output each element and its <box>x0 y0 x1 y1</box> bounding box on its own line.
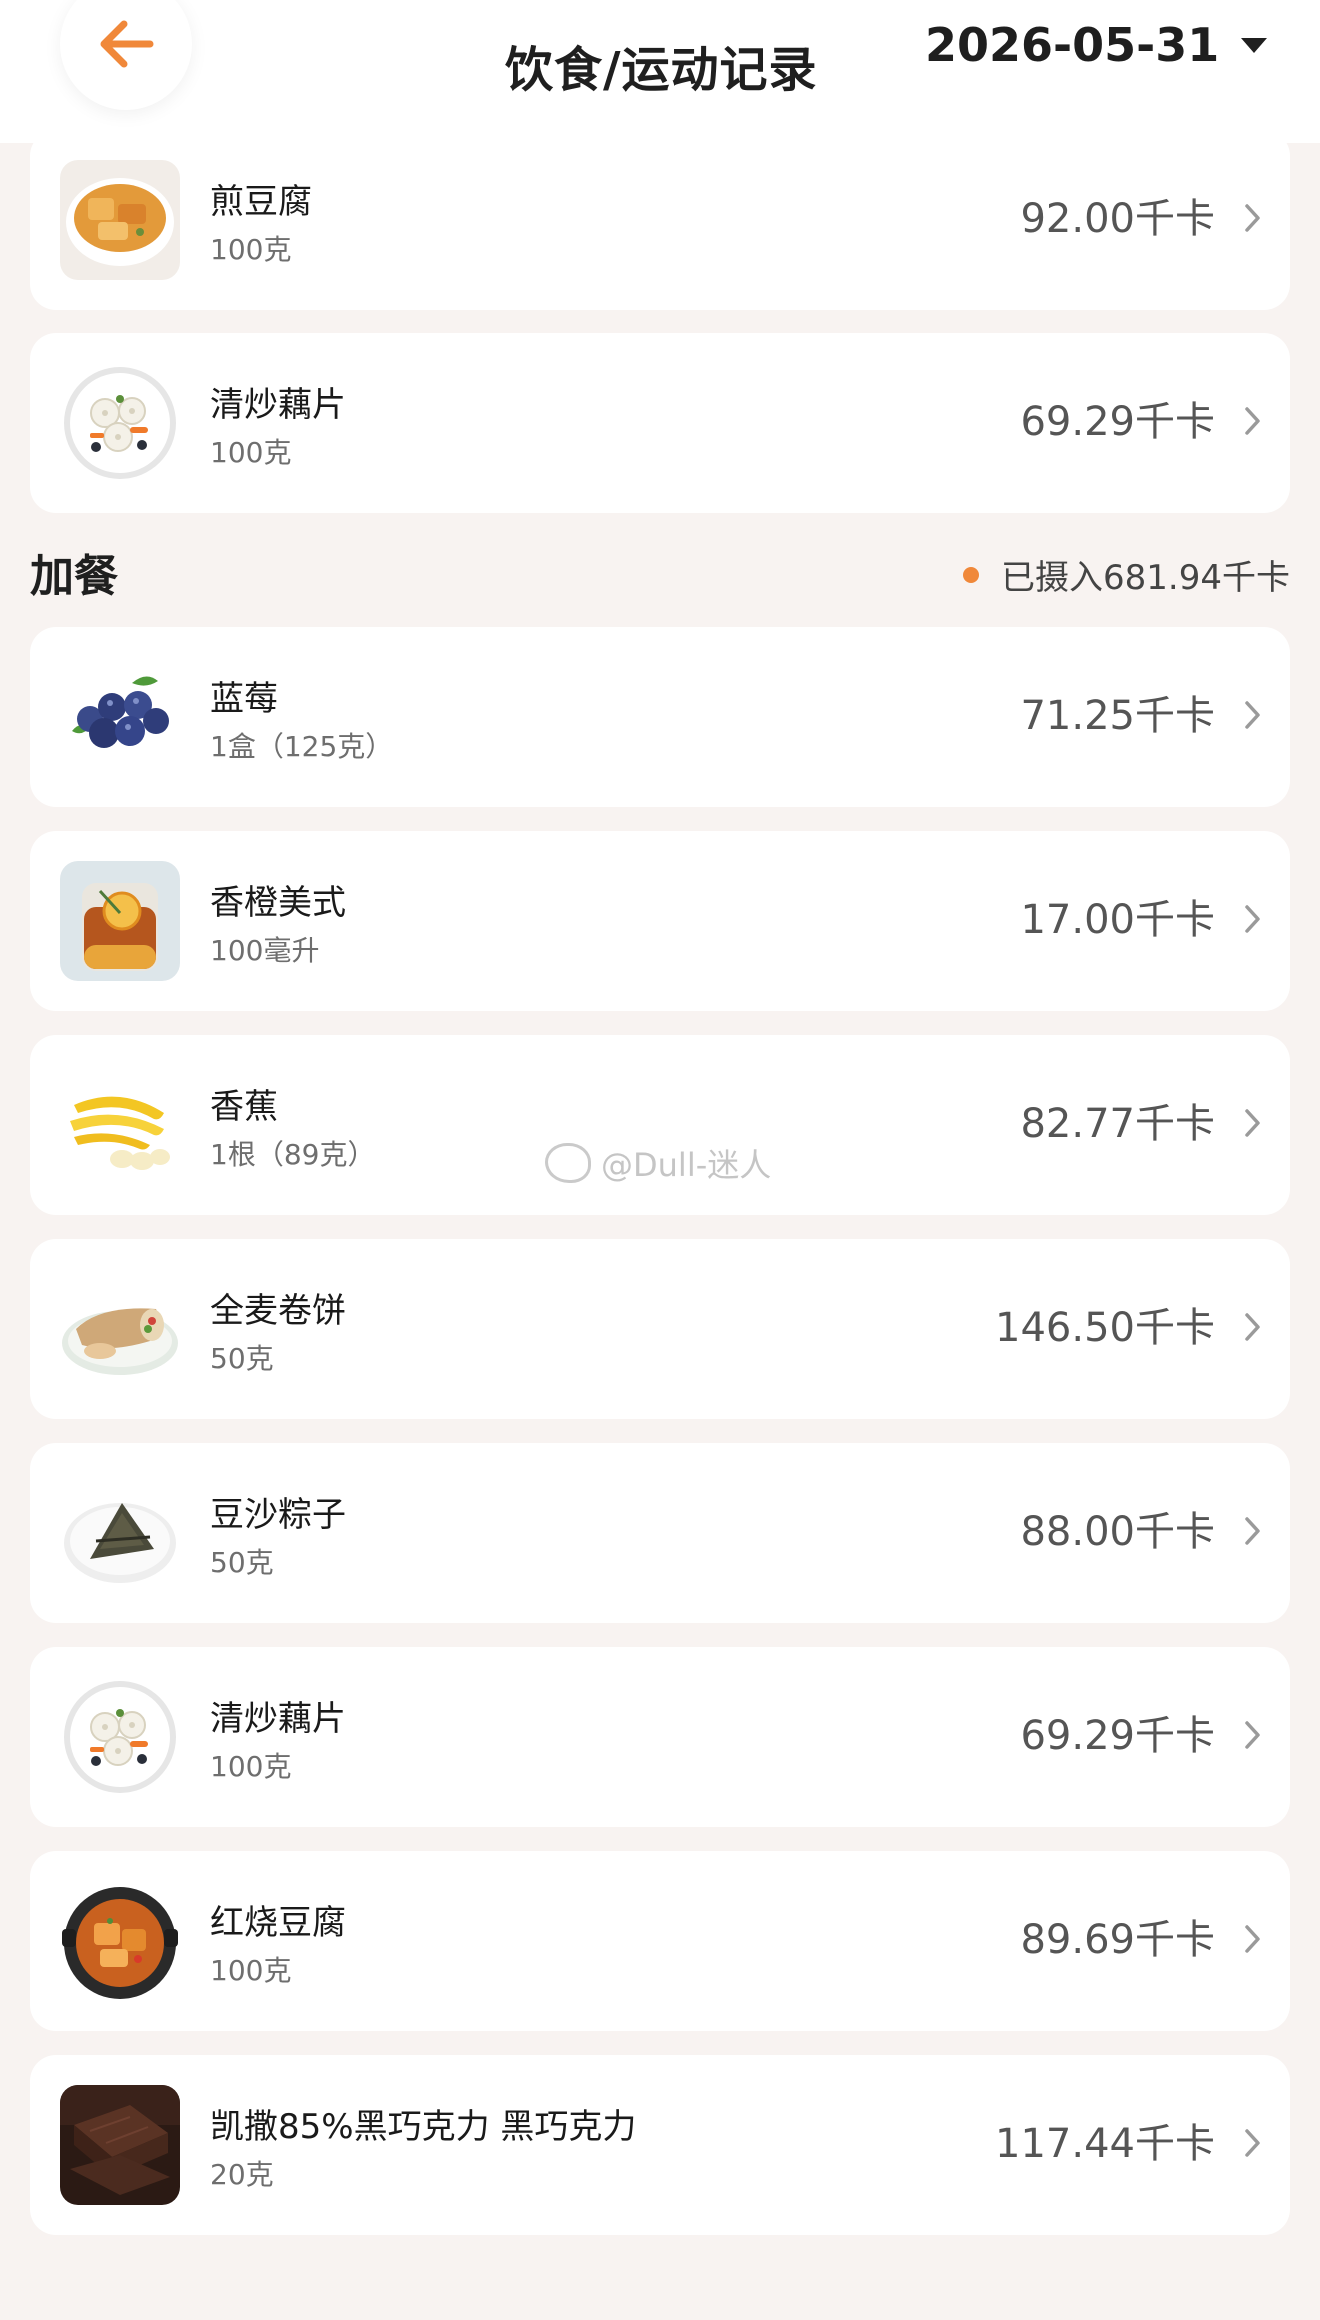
food-name: 香蕉 <box>210 1087 278 1127</box>
status-dot-icon <box>963 566 980 583</box>
food-name: 清炒藕片 <box>210 1699 346 1739</box>
food-amount: 100克 <box>210 436 292 469</box>
food-item-row[interactable]: 香橙美式 100毫升 17.00千卡 <box>30 831 1290 1011</box>
food-kcal: 92.00千卡 <box>1020 196 1215 242</box>
chevron-right-icon <box>1245 407 1260 435</box>
food-item-row[interactable]: 全麦卷饼 50克 146.50千卡 <box>30 1239 1290 1419</box>
braised-tofu-icon <box>60 1881 180 2001</box>
food-item-row[interactable]: 凯撒85%黑巧克力 黑巧克力 20克 117.44千卡 <box>30 2055 1290 2235</box>
blueberry-icon <box>60 657 180 777</box>
food-item-row[interactable]: 豆沙粽子 50克 88.00千卡 <box>30 1443 1290 1623</box>
food-amount: 100克 <box>210 1750 292 1783</box>
food-kcal: 89.69千卡 <box>1020 1917 1215 1963</box>
food-name: 红烧豆腐 <box>210 1903 346 1943</box>
food-amount: 50克 <box>210 1546 274 1579</box>
food-name: 豆沙粽子 <box>210 1495 346 1535</box>
chevron-right-icon <box>1245 1517 1260 1545</box>
date-text: 2026-05-31 <box>925 18 1220 72</box>
food-kcal: 82.77千卡 <box>1020 1101 1215 1147</box>
food-amount: 20克 <box>210 2158 274 2191</box>
chevron-right-icon <box>1245 1109 1260 1137</box>
food-amount: 100克 <box>210 233 292 266</box>
chevron-right-icon <box>1245 204 1260 232</box>
food-kcal: 88.00千卡 <box>1020 1509 1215 1555</box>
food-item-row[interactable]: 煎豆腐 100克 92.00千卡 <box>30 130 1290 310</box>
food-amount: 1盒（125克） <box>210 730 394 763</box>
chevron-right-icon <box>1245 701 1260 729</box>
food-name: 香橙美式 <box>210 883 346 923</box>
lotus-root-icon <box>60 1677 180 1797</box>
food-amount: 100克 <box>210 1954 292 1987</box>
snack-intake-summary: 已摄入681.94千卡 <box>963 550 1290 599</box>
food-amount: 50克 <box>210 1342 274 1375</box>
food-amount: 100毫升 <box>210 934 320 967</box>
chevron-right-icon <box>1245 1925 1260 1953</box>
banana-icon <box>60 1065 180 1185</box>
food-name: 煎豆腐 <box>210 182 312 222</box>
chevron-right-icon <box>1245 1313 1260 1341</box>
watermark-text: @Dull-迷人 <box>601 1146 772 1184</box>
page-title: 饮食/运动记录 <box>505 42 818 98</box>
zongzi-icon <box>60 1473 180 1593</box>
wrap-icon <box>60 1269 180 1389</box>
top-bar: 饮食/运动记录 2026-05-31 <box>0 0 1320 143</box>
lotus-root-icon <box>60 363 180 483</box>
food-name: 蓝莓 <box>210 679 278 719</box>
watermark: @Dull-迷人 <box>545 1140 771 1186</box>
fried-tofu-icon <box>60 160 180 280</box>
dark-chocolate-icon <box>60 2085 180 2205</box>
food-item-row[interactable]: 清炒藕片 100克 69.29千卡 <box>30 1647 1290 1827</box>
food-kcal: 69.29千卡 <box>1020 399 1215 445</box>
food-name: 清炒藕片 <box>210 385 346 425</box>
chevron-right-icon <box>1245 2129 1260 2157</box>
food-name: 凯撒85%黑巧克力 黑巧克力 <box>210 2107 637 2147</box>
orange-americano-icon <box>60 861 180 981</box>
chevron-right-icon <box>1245 905 1260 933</box>
intake-text: 已摄入681.94千卡 <box>1001 558 1290 598</box>
back-arrow-icon <box>100 20 154 68</box>
food-kcal: 17.00千卡 <box>1020 897 1215 943</box>
food-name: 全麦卷饼 <box>210 1291 346 1331</box>
food-kcal: 117.44千卡 <box>995 2121 1215 2167</box>
chevron-right-icon <box>1245 1721 1260 1749</box>
food-kcal: 69.29千卡 <box>1020 1713 1215 1759</box>
food-item-row[interactable]: 蓝莓 1盒（125克） 71.25千卡 <box>30 627 1290 807</box>
food-kcal: 146.50千卡 <box>995 1305 1215 1351</box>
weibo-icon <box>545 1143 591 1183</box>
caret-down-icon <box>1241 37 1268 53</box>
back-button[interactable] <box>60 0 192 110</box>
food-item-row[interactable]: 红烧豆腐 100克 89.69千卡 <box>30 1851 1290 2031</box>
food-amount: 1根（89克） <box>210 1138 376 1171</box>
date-selector[interactable]: 2026-05-31 <box>925 18 1268 72</box>
food-kcal: 71.25千卡 <box>1020 693 1215 739</box>
food-item-row[interactable]: 清炒藕片 100克 69.29千卡 <box>30 333 1290 513</box>
food-item-row[interactable]: 香蕉 1根（89克） 82.77千卡 <box>30 1035 1290 1215</box>
section-title-snack: 加餐 <box>30 551 118 602</box>
